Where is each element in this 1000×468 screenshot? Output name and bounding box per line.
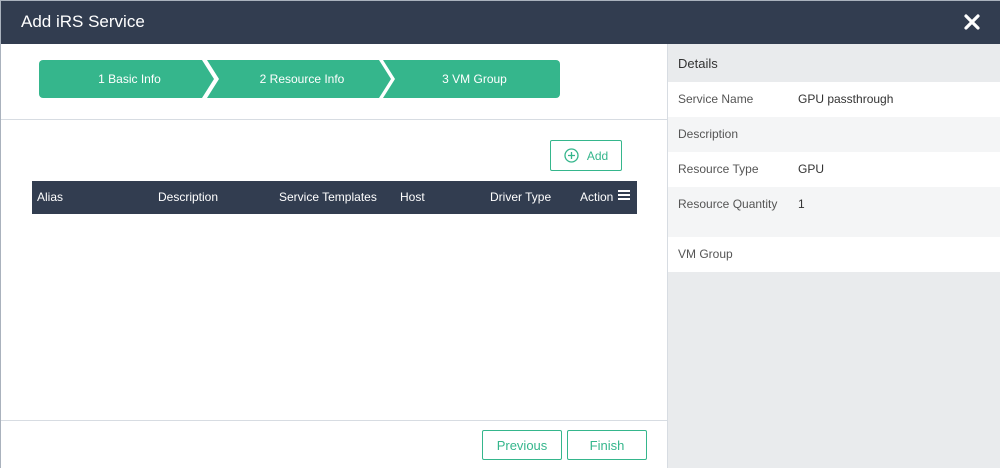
finish-button[interactable]: Finish (567, 430, 647, 460)
details-row-resource-quantity: Resource Quantity 1 (668, 187, 1000, 237)
step-label: 3 VM Group (442, 72, 507, 86)
details-key: Description (678, 127, 739, 141)
table-header: Alias Description Service Templates Host… (32, 181, 637, 214)
details-row-description: Description (668, 117, 1000, 152)
details-key: Resource Quantity (678, 197, 778, 211)
step-basic-info[interactable]: 1 Basic Info (39, 60, 214, 98)
column-header-action[interactable]: Action (580, 190, 616, 204)
details-key: VM Group (678, 247, 733, 261)
details-panel: Details Service Name GPU passthrough Des… (668, 44, 1000, 468)
step-label: 2 Resource Info (259, 72, 345, 86)
column-header-driver-type[interactable]: Driver Type (490, 190, 551, 204)
step-vm-group[interactable]: 3 VM Group (383, 60, 560, 98)
details-value: GPU (798, 162, 825, 176)
column-header-host[interactable]: Host (400, 190, 425, 204)
column-header-service-templates[interactable]: Service Templates (279, 190, 377, 204)
add-button-label: Add (586, 148, 609, 163)
details-value: GPU passthrough (798, 92, 894, 106)
add-button[interactable]: Add (550, 140, 622, 171)
close-icon[interactable] (962, 12, 982, 32)
details-key: Service Name (678, 92, 754, 106)
details-value: 1 (798, 197, 805, 211)
details-key: Resource Type (678, 162, 759, 176)
dialog-titlebar: Add iRS Service (1, 1, 1000, 44)
column-header-alias[interactable]: Alias (37, 190, 63, 204)
add-irs-service-dialog: Add iRS Service 1 Basic Info 2 Resource … (0, 0, 1000, 468)
wizard-steps: 1 Basic Info 2 Resource Info 3 VM Group (39, 60, 560, 98)
previous-button[interactable]: Previous (482, 430, 562, 460)
details-row-resource-type: Resource Type GPU (668, 152, 1000, 187)
details-title: Details (678, 56, 718, 71)
plus-circle-icon (564, 148, 579, 163)
details-header: Details (668, 44, 1000, 82)
divider (1, 119, 667, 120)
step-label: 1 Basic Info (98, 72, 161, 86)
divider (1, 420, 667, 421)
details-row-vm-group: VM Group (668, 237, 1000, 272)
dialog-title: Add iRS Service (21, 12, 145, 31)
column-menu-icon[interactable] (618, 189, 631, 201)
step-resource-info[interactable]: 2 Resource Info (207, 60, 391, 98)
column-header-description[interactable]: Description (158, 190, 218, 204)
wizard-main-panel: 1 Basic Info 2 Resource Info 3 VM Group … (1, 44, 667, 468)
details-row-service-name: Service Name GPU passthrough (668, 82, 1000, 117)
